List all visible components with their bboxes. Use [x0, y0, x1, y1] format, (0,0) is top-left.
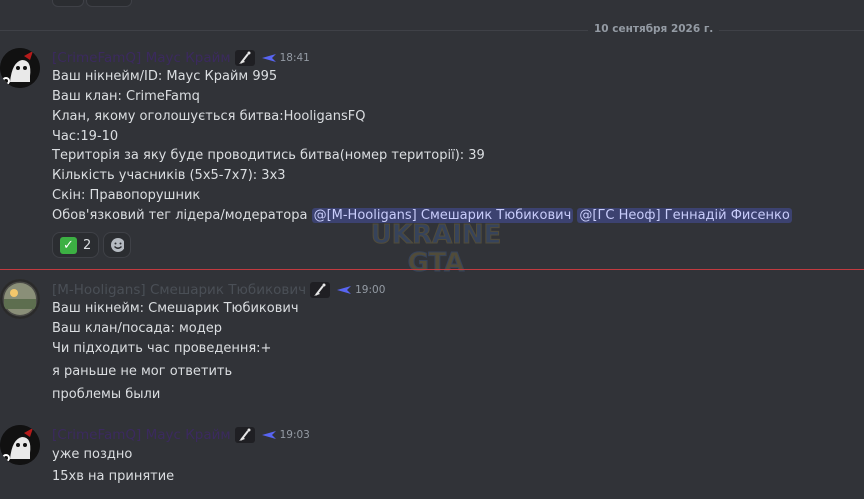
- message-text: Обов'язковий тег лідера/модератора: [52, 208, 312, 223]
- user-mention[interactable]: @[M-Hooligans] Смешарик Тюбикович: [311, 208, 574, 223]
- message-line: Ваш клан: CrimeFamq: [52, 89, 200, 104]
- message-line: Кількість учасників (5х5-7х7): 3х3: [52, 168, 286, 183]
- role-wing-icon: [261, 431, 276, 439]
- add-reaction-button[interactable]: [103, 232, 132, 258]
- ghost-avatar-icon: [0, 48, 40, 88]
- check-mark-icon: ✓: [60, 236, 77, 254]
- message-line: Чи підходить час проведення:+: [52, 341, 272, 356]
- message-line: Територія за яку буде проводитись битва(…: [52, 148, 485, 163]
- avatar[interactable]: [0, 48, 40, 88]
- author-name[interactable]: [CrimeFamQ] Маус Крайм: [52, 427, 231, 443]
- ghost-avatar-icon: [0, 425, 40, 465]
- smile-icon: [111, 238, 125, 252]
- message-line: Клан, якому оголошується битва:Hooligans…: [52, 109, 366, 124]
- reaction-check[interactable]: ✓ 2: [52, 232, 100, 258]
- message-line: Ваш нікнейм/ID: Маус Крайм 995: [52, 69, 278, 84]
- message-line: Ваш нікнейм: Смешарик Тюбикович: [52, 301, 299, 316]
- timestamp: 19:00: [355, 284, 386, 296]
- date-divider: 10 сентября 2026 г.: [588, 23, 720, 35]
- message-line: Обов'язковий тег лідера/модератора @[M-H…: [52, 207, 792, 225]
- new-messages-divider: [0, 269, 864, 270]
- avatar[interactable]: [0, 279, 40, 319]
- avatar[interactable]: [0, 425, 40, 465]
- svg-text:GTA: GTA: [408, 248, 465, 278]
- timestamp: 18:41: [279, 52, 310, 64]
- broom-badge-icon: [310, 282, 331, 298]
- message-line: проблемы были: [52, 387, 161, 402]
- message-line: уже поздно: [52, 447, 133, 462]
- message-line: 15хв на принятие: [52, 469, 175, 484]
- timestamp: 19:03: [279, 429, 310, 441]
- role-wing-icon: [261, 54, 276, 62]
- message-line: Скін: Правопорушник: [52, 188, 201, 203]
- previous-message-fragment: [0, 0, 864, 8]
- broom-badge-icon: [234, 50, 255, 66]
- user-mention[interactable]: @[ГС Неоф] Геннадій Фисенко: [577, 208, 792, 223]
- date-divider-line: [0, 30, 864, 31]
- message-line: я раньше не мог ответить: [52, 364, 233, 379]
- message-line: Час:19-10: [52, 129, 119, 144]
- author-name[interactable]: [M-Hooligans] Смешарик Тюбикович: [52, 282, 306, 298]
- landscape-avatar-icon: [0, 279, 40, 319]
- reaction-count: 2: [83, 237, 92, 253]
- broom-badge-icon: [234, 427, 255, 443]
- author-name[interactable]: [CrimeFamQ] Маус Крайм: [52, 50, 231, 66]
- role-wing-icon: [337, 286, 352, 294]
- message-line: Ваш клан/посада: модер: [52, 321, 222, 336]
